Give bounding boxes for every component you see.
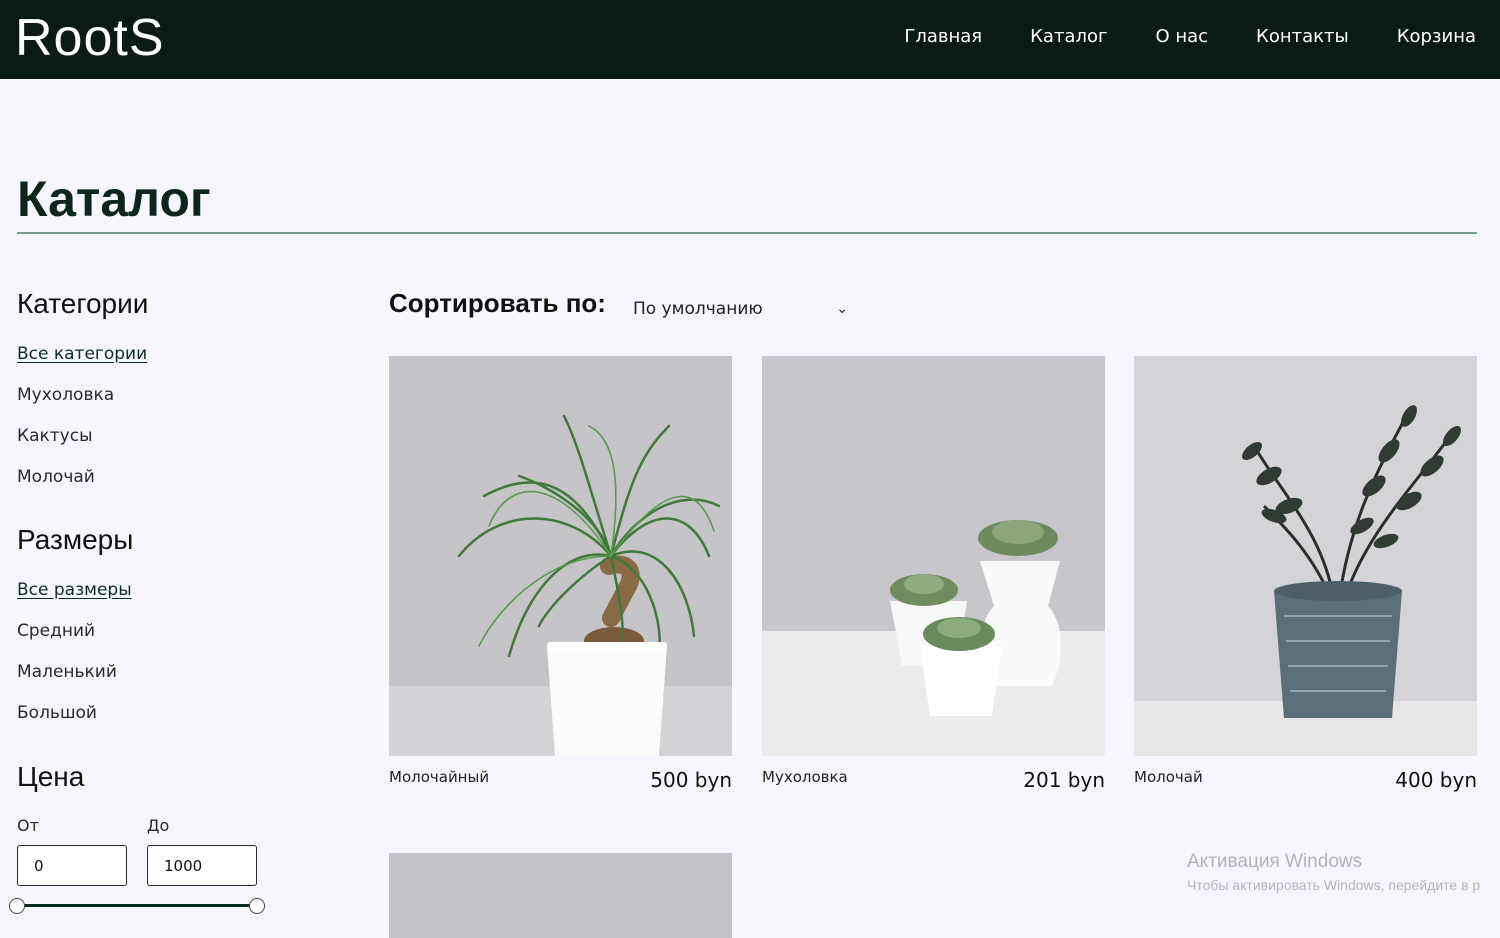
product-name[interactable]: Молочайный (389, 768, 489, 786)
sort-label: Сортировать по: (389, 288, 606, 318)
main-nav: Главная Каталог О нас Контакты Корзина (904, 26, 1476, 47)
price-slider-max-handle[interactable] (249, 898, 265, 914)
price-from-label: От (17, 816, 39, 835)
site-header: RootS Главная Каталог О нас Контакты Кор… (0, 0, 1500, 79)
product-price: 500 byn (650, 768, 732, 792)
title-divider (17, 232, 1477, 234)
categories-list: Все категории Мухоловка Кактусы Молочай (17, 343, 147, 488)
size-all[interactable]: Все размеры (17, 579, 132, 601)
product-name[interactable]: Молочай (1134, 768, 1203, 786)
sizes-heading: Размеры (17, 524, 134, 555)
price-to-label: До (147, 816, 170, 835)
price-heading: Цена (17, 761, 85, 792)
logo[interactable]: RootS (15, 8, 165, 68)
size-large[interactable]: Большой (17, 702, 132, 724)
price-from-input[interactable] (17, 845, 127, 886)
price-slider-min-handle[interactable] (9, 898, 25, 914)
size-medium[interactable]: Средний (17, 620, 132, 642)
watermark-title: Активация Windows (1187, 851, 1363, 872)
product-price: 400 byn (1395, 768, 1477, 792)
categories-heading: Категории (17, 288, 149, 319)
sort-select[interactable]: По умолчанию ⌄ (633, 296, 848, 322)
product-image[interactable] (1134, 356, 1477, 756)
windows-activation-watermark: Активация Windows Чтобы активировать Win… (1187, 851, 1480, 893)
product-image[interactable] (389, 853, 732, 938)
watermark-subtitle: Чтобы активировать Windows, перейдите в … (1187, 877, 1481, 893)
price-slider-track[interactable] (17, 904, 257, 907)
nav-catalog[interactable]: Каталог (1030, 26, 1107, 47)
product-name[interactable]: Мухоловка (762, 768, 848, 786)
product-price: 201 byn (1023, 768, 1105, 792)
nav-about[interactable]: О нас (1155, 26, 1208, 47)
product-image[interactable] (389, 356, 732, 756)
category-cacti[interactable]: Кактусы (17, 425, 147, 447)
sort-selected-value: По умолчанию (633, 299, 763, 319)
size-small[interactable]: Маленький (17, 661, 132, 683)
chevron-down-icon: ⌄ (836, 301, 848, 317)
nav-cart[interactable]: Корзина (1397, 26, 1476, 47)
product-image[interactable] (762, 356, 1105, 756)
page-title: Каталог (17, 171, 211, 227)
category-euphorbia[interactable]: Молочай (17, 466, 147, 488)
sizes-list: Все размеры Средний Маленький Большой (17, 579, 132, 724)
category-flytrap[interactable]: Мухоловка (17, 384, 147, 406)
product-card[interactable]: Мухоловка 201 byn (762, 356, 1105, 792)
product-card[interactable] (389, 853, 732, 938)
category-all[interactable]: Все категории (17, 343, 147, 365)
nav-home[interactable]: Главная (904, 26, 982, 47)
nav-contacts[interactable]: Контакты (1256, 26, 1349, 47)
price-to-input[interactable] (147, 845, 257, 886)
product-card[interactable]: Молочай 400 byn (1134, 356, 1477, 792)
product-card[interactable]: Молочайный 500 byn (389, 356, 732, 792)
